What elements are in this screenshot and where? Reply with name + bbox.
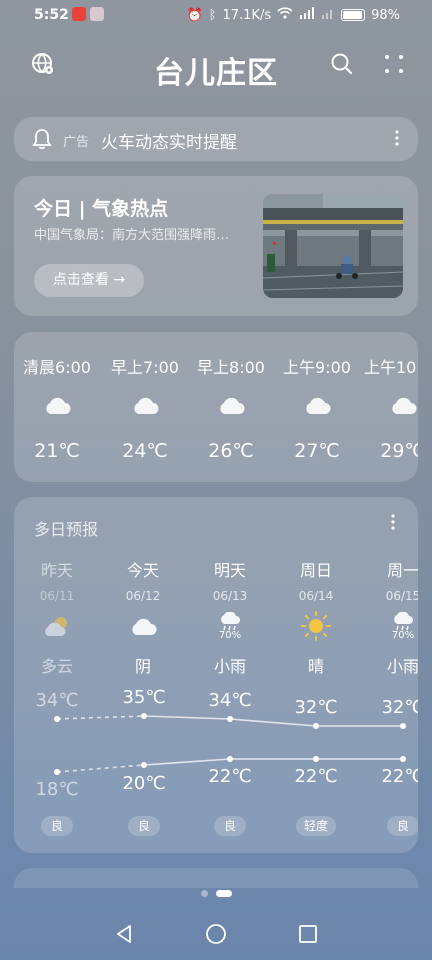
system-nav-bar: [0, 908, 432, 960]
high-temp: 34℃: [35, 690, 79, 711]
hour-temp: 26℃: [208, 440, 254, 462]
high-point: [54, 716, 60, 722]
status-bar: 5:52 ⏰ ᛒ 17.1K/s 98%: [0, 0, 432, 30]
view-details-button[interactable]: 点击查看 →: [34, 264, 144, 297]
hour-label: 上午10:00: [363, 358, 418, 377]
hour-item: 上午10:00 29℃: [358, 332, 418, 462]
hour-label: 上午9:00: [283, 358, 351, 377]
hourly-forecast[interactable]: 清晨6:00 21℃ 早上7:00 24℃ 早上8:00 26℃ 上午9:00 …: [14, 332, 418, 482]
aqi-badge: 轻度: [296, 816, 336, 836]
city-title[interactable]: 台儿庄区: [0, 48, 432, 92]
home-icon[interactable]: [202, 920, 230, 948]
next-card-peek: [14, 868, 418, 888]
low-point: [400, 756, 406, 762]
battery-icon: [341, 9, 366, 21]
battery-level: 98%: [371, 7, 400, 23]
app-notification-icon: [72, 7, 86, 21]
signal-icon: [299, 7, 315, 23]
low-temp: 22℃: [208, 766, 252, 787]
hot-title: 今日 | 气象热点: [34, 198, 169, 220]
hour-label: 清晨6:00: [23, 358, 91, 377]
low-point: [54, 769, 60, 775]
low-temp: 18℃: [35, 779, 79, 800]
low-temp: 20℃: [122, 773, 166, 794]
bell-icon: [32, 128, 52, 154]
status-right: ⏰ ᛒ 17.1K/s 98%: [186, 7, 400, 23]
aqi-badge: 良: [128, 816, 160, 836]
hour-label: 早上7:00: [111, 358, 179, 377]
hour-temp: 27℃: [294, 440, 340, 462]
hour-temp: 21℃: [34, 440, 80, 462]
hour-item: 清晨6:00 21℃: [14, 332, 102, 462]
high-point: [141, 713, 147, 719]
grid-menu-icon[interactable]: [376, 46, 412, 82]
net-speed: 17.1K/s: [222, 7, 272, 23]
aqi-badge: 良: [387, 816, 418, 836]
avatar-notification-icon: [90, 7, 104, 21]
hour-item: 上午9:00 27℃: [272, 332, 362, 462]
low-point: [141, 762, 147, 768]
cloud-icon: [186, 394, 276, 420]
hot-subtitle: 中国气象局：南方大范围强降雨…: [34, 228, 230, 243]
aqi-badge: 良: [41, 816, 73, 836]
high-temp: 35℃: [122, 687, 166, 708]
high-point: [400, 723, 406, 729]
low-point: [227, 756, 233, 762]
more-vertical-icon[interactable]: [394, 129, 400, 151]
alarm-icon: ⏰: [186, 7, 203, 23]
cloud-icon: [100, 394, 190, 420]
hour-label: 早上8:00: [197, 358, 265, 377]
aqi-badge: 良: [214, 816, 246, 836]
cloud-icon: [358, 394, 418, 420]
high-point: [313, 723, 319, 729]
ad-tag: 广告: [63, 135, 90, 150]
high-temp: 32℃: [381, 697, 418, 718]
hour-item: 早上8:00 26℃: [186, 332, 276, 462]
notification-icons: [72, 7, 104, 21]
page-dot[interactable]: [200, 890, 208, 897]
page-indicator[interactable]: [0, 890, 432, 897]
hour-item: 早上7:00 24℃: [100, 332, 190, 462]
status-time: 5:52: [34, 7, 69, 23]
ad-banner[interactable]: 广告 火车动态实时提醒: [14, 117, 418, 161]
hour-temp: 29℃: [380, 440, 418, 462]
low-temp: 22℃: [381, 766, 418, 787]
signal-icon-2: [321, 7, 335, 23]
high-point: [227, 716, 233, 722]
hour-temp: 24℃: [122, 440, 168, 462]
search-icon[interactable]: [324, 46, 360, 82]
bluetooth-icon: ᛒ: [208, 7, 217, 23]
page-dot-active[interactable]: [215, 890, 232, 897]
high-temp: 32℃: [294, 697, 338, 718]
low-point: [313, 756, 319, 762]
cloud-icon: [14, 394, 102, 420]
high-temp: 34℃: [208, 690, 252, 711]
low-temp: 22℃: [294, 766, 338, 787]
back-icon[interactable]: [110, 920, 138, 948]
recents-icon[interactable]: [294, 920, 322, 948]
ad-text[interactable]: 火车动态实时提醒: [101, 128, 237, 153]
news-photo[interactable]: [263, 194, 403, 298]
daily-forecast[interactable]: 多日预报 昨天 06/11 多云 今天 06/12 阴 明天 06/13 70%…: [14, 497, 418, 853]
weather-hot-card[interactable]: 今日 | 气象热点 中国气象局：南方大范围强降雨… 点击查看 →: [14, 176, 418, 316]
cloud-icon: [272, 394, 362, 420]
header: 台儿庄区: [0, 40, 432, 94]
wifi-icon: [277, 7, 293, 23]
